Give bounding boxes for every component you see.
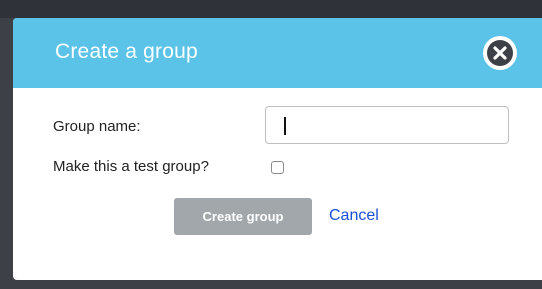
group-name-label: Group name:	[53, 118, 141, 135]
group-name-input[interactable]	[265, 106, 509, 144]
test-group-label: Make this a test group?	[53, 158, 209, 175]
dialog-title: Create a group	[55, 40, 198, 63]
create-group-dialog: Create a group Group name: Make this a t…	[13, 18, 542, 280]
close-button[interactable]	[483, 36, 517, 70]
dialog-header: Create a group	[13, 18, 542, 88]
backdrop-strip	[0, 0, 542, 18]
create-group-button[interactable]: Create group	[174, 198, 312, 235]
text-caret	[284, 117, 286, 135]
cancel-link[interactable]: Cancel	[329, 207, 379, 225]
close-circle-icon	[487, 40, 513, 66]
test-group-checkbox[interactable]	[271, 161, 284, 174]
